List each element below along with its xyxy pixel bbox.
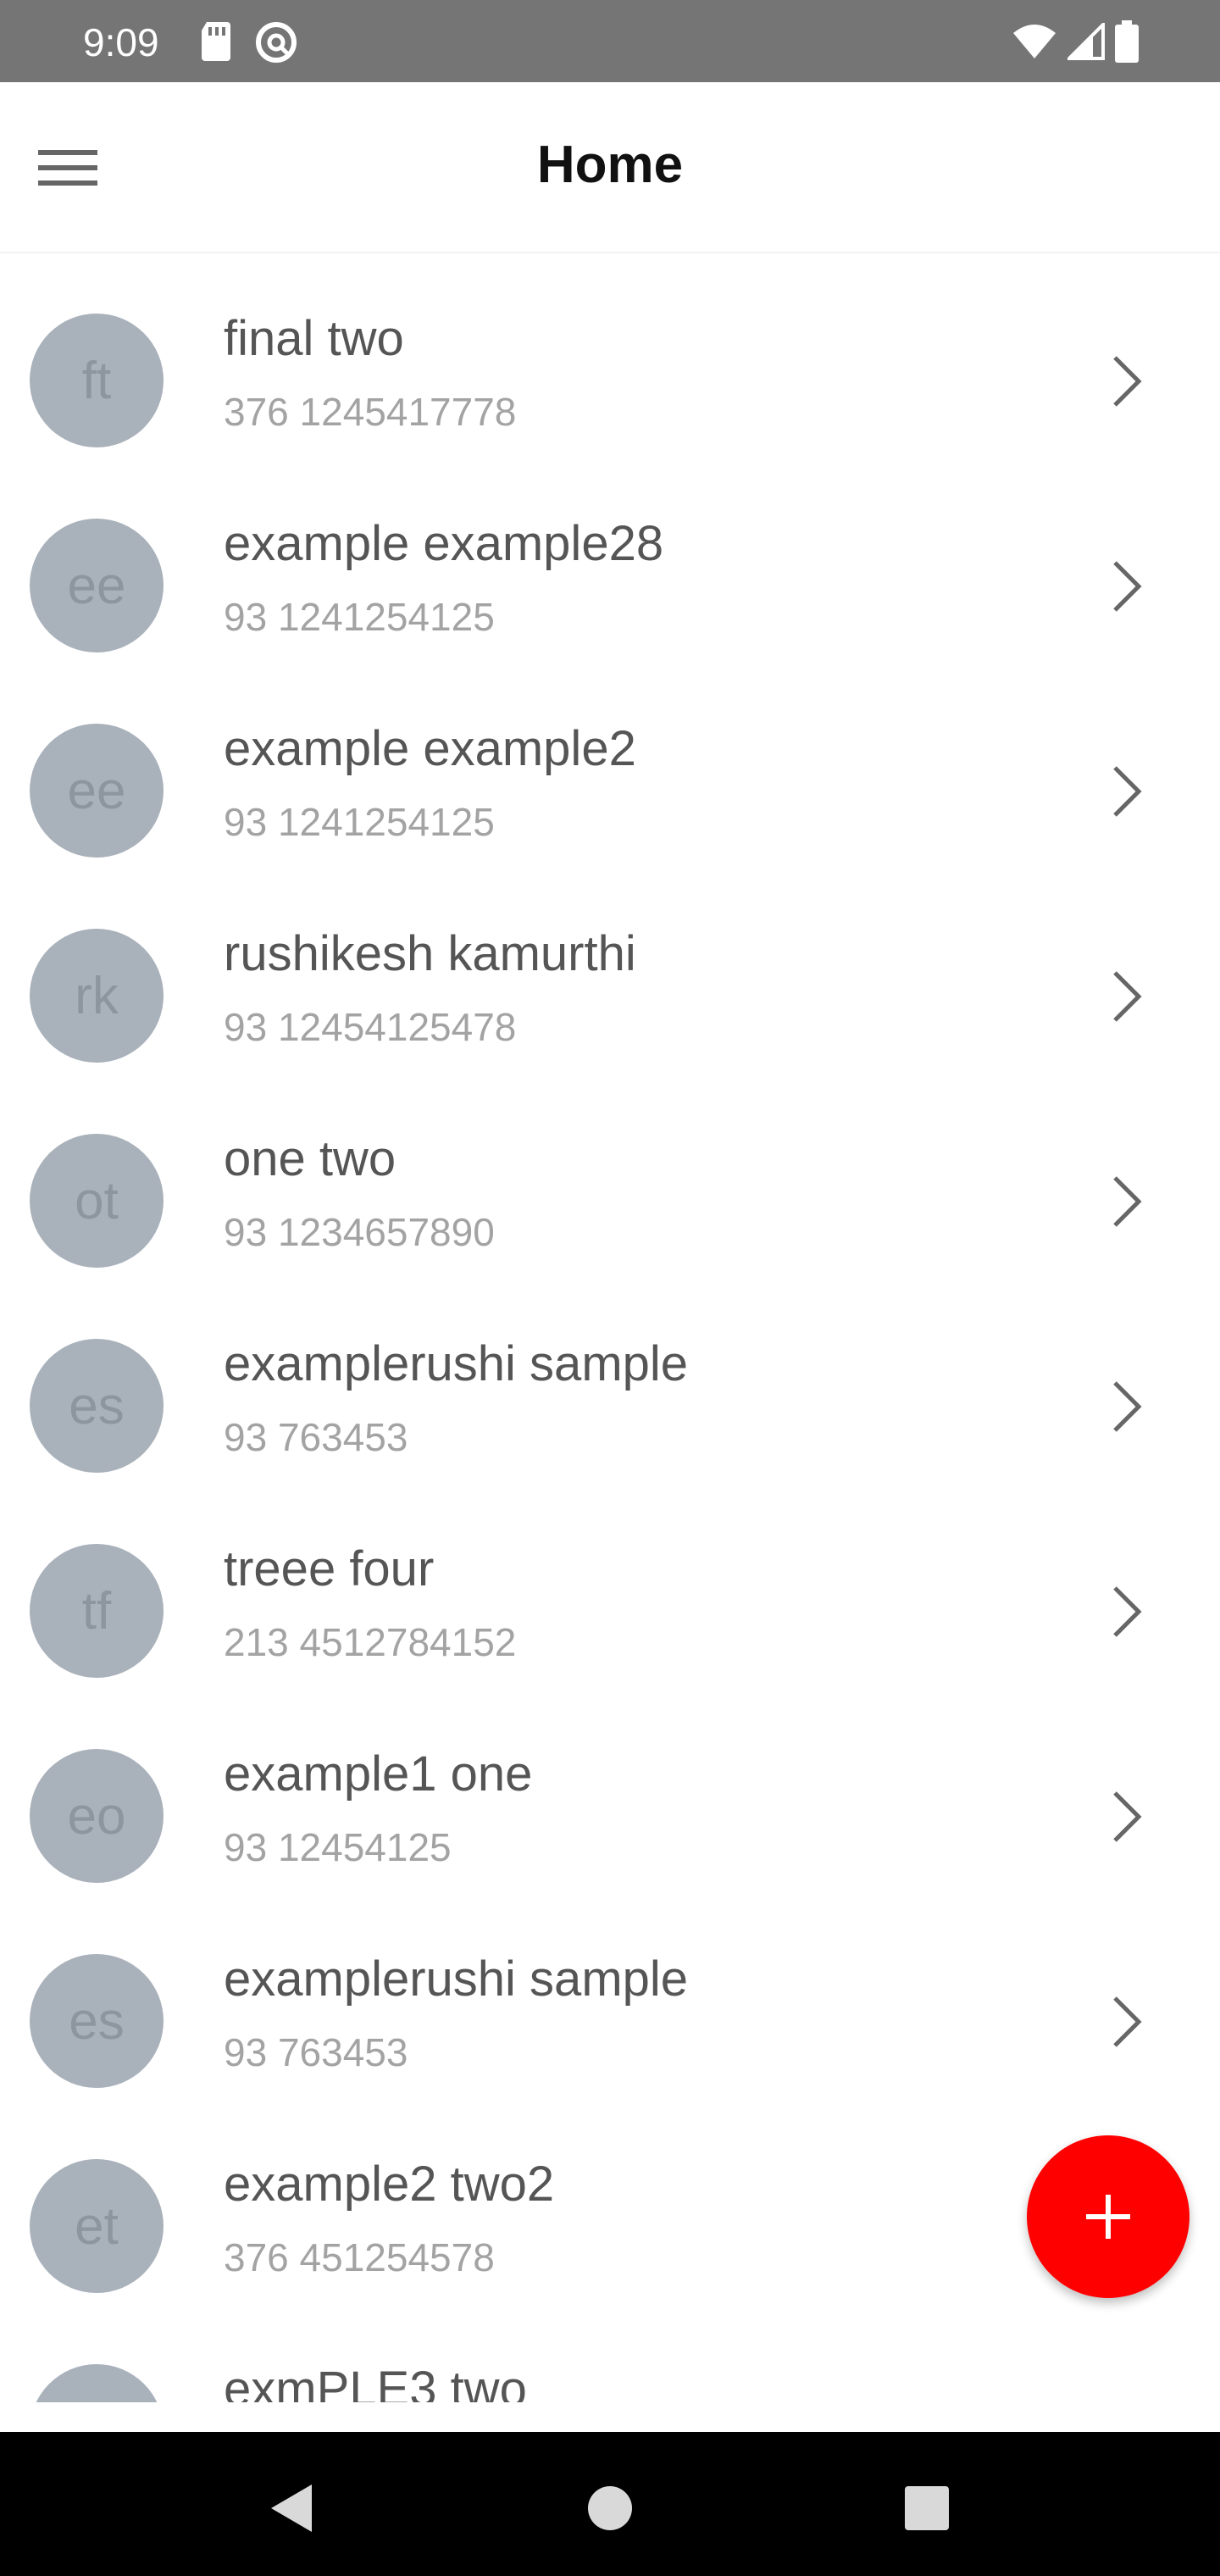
contact-phone: 93 12454125478 <box>224 1005 517 1049</box>
home-icon <box>588 2486 632 2530</box>
page-title: Home <box>536 136 684 194</box>
contact-name: rushikesh kamurthi <box>224 926 636 981</box>
contact-row[interactable]: tf treee four 213 4512784152 <box>0 1485 1220 1690</box>
contact-phone: 93 763453 <box>224 2030 408 2074</box>
contact-row[interactable]: exmPLE3 two <box>0 2305 1220 2402</box>
contact-list[interactable]: ft final two 376 1245417778 ee example e… <box>0 254 1220 2402</box>
contact-name: final two <box>224 311 404 366</box>
contact-phone: 93 12454125 <box>224 1825 452 1869</box>
chevron-right-icon <box>1113 561 1142 612</box>
chevron-right-icon <box>1113 356 1142 407</box>
chevron-right-icon <box>1113 1791 1142 1842</box>
chevron-right-icon <box>1113 1176 1142 1227</box>
cellular-signal-icon <box>1065 20 1105 64</box>
avatar <box>30 2364 164 2402</box>
contact-phone: 93 1241254125 <box>224 800 495 844</box>
contact-row[interactable]: ee example example2 93 1241254125 <box>0 664 1220 869</box>
system-nav-bar <box>0 2432 1220 2576</box>
chevron-right-icon <box>1113 766 1142 817</box>
contact-name: example2 two2 <box>224 2157 555 2212</box>
contact-name: treee four <box>224 1541 435 1596</box>
avatar: es <box>30 1339 164 1473</box>
contact-phone: 213 4512784152 <box>224 1620 517 1664</box>
contact-row[interactable]: ot one two 93 1234657890 <box>0 1074 1220 1280</box>
contact-name: example example2 <box>224 721 636 776</box>
contact-name: examplerushi sample <box>224 1336 689 1391</box>
avatar: ot <box>30 1134 164 1268</box>
avatar: rk <box>30 929 164 1063</box>
contact-phone: 93 1234657890 <box>224 1210 495 1254</box>
avatar: et <box>30 2159 164 2293</box>
chevron-right-icon <box>1113 971 1142 1022</box>
nav-home-button[interactable] <box>568 2466 652 2551</box>
plus-icon <box>1086 2195 1130 2239</box>
contact-row[interactable]: ee example example28 93 1241254125 <box>0 459 1220 664</box>
contact-row[interactable]: es examplerushi sample 93 763453 <box>0 1895 1220 2100</box>
contact-phone: 376 451254578 <box>224 2235 495 2279</box>
status-time: 9:09 <box>83 20 159 64</box>
contact-phone: 93 763453 <box>224 1415 408 1459</box>
avatar: eo <box>30 1749 164 1883</box>
avatar: tf <box>30 1544 164 1678</box>
wifi-icon <box>1012 23 1057 64</box>
contact-row[interactable]: rk rushikesh kamurthi 93 12454125478 <box>0 869 1220 1074</box>
nav-back-button[interactable] <box>249 2466 334 2551</box>
contact-row[interactable]: eo example1 one 93 12454125 <box>0 1690 1220 1895</box>
contact-name: examplerushi sample <box>224 1951 689 2007</box>
contact-phone: 93 1241254125 <box>224 595 495 639</box>
chevron-right-icon <box>1113 1381 1142 1432</box>
contact-name: one two <box>224 1131 396 1186</box>
chevron-right-icon <box>1113 1586 1142 1637</box>
nav-recents-button[interactable] <box>884 2466 969 2551</box>
avatar: es <box>30 1954 164 2088</box>
contact-row[interactable]: ft final two 376 1245417778 <box>0 254 1220 459</box>
contact-name: example example28 <box>224 516 664 571</box>
contact-name: exmPLE3 two <box>224 2362 527 2402</box>
do-not-disturb-icon <box>254 20 298 69</box>
chevron-right-icon <box>1113 1996 1142 2047</box>
sd-card-icon <box>200 20 234 69</box>
battery-icon <box>1115 20 1139 67</box>
contact-row[interactable]: es examplerushi sample 93 763453 <box>0 1280 1220 1485</box>
avatar: ee <box>30 724 164 858</box>
contact-name: example1 one <box>224 1746 533 1802</box>
add-contact-button[interactable] <box>1027 2135 1190 2298</box>
status-bar: 9:09 <box>0 0 1220 82</box>
recents-icon <box>905 2486 949 2530</box>
contact-phone: 376 1245417778 <box>224 390 517 434</box>
app-bar: Home <box>0 82 1220 253</box>
avatar: ee <box>30 519 164 652</box>
avatar: ft <box>30 314 164 447</box>
back-icon <box>271 2484 312 2532</box>
